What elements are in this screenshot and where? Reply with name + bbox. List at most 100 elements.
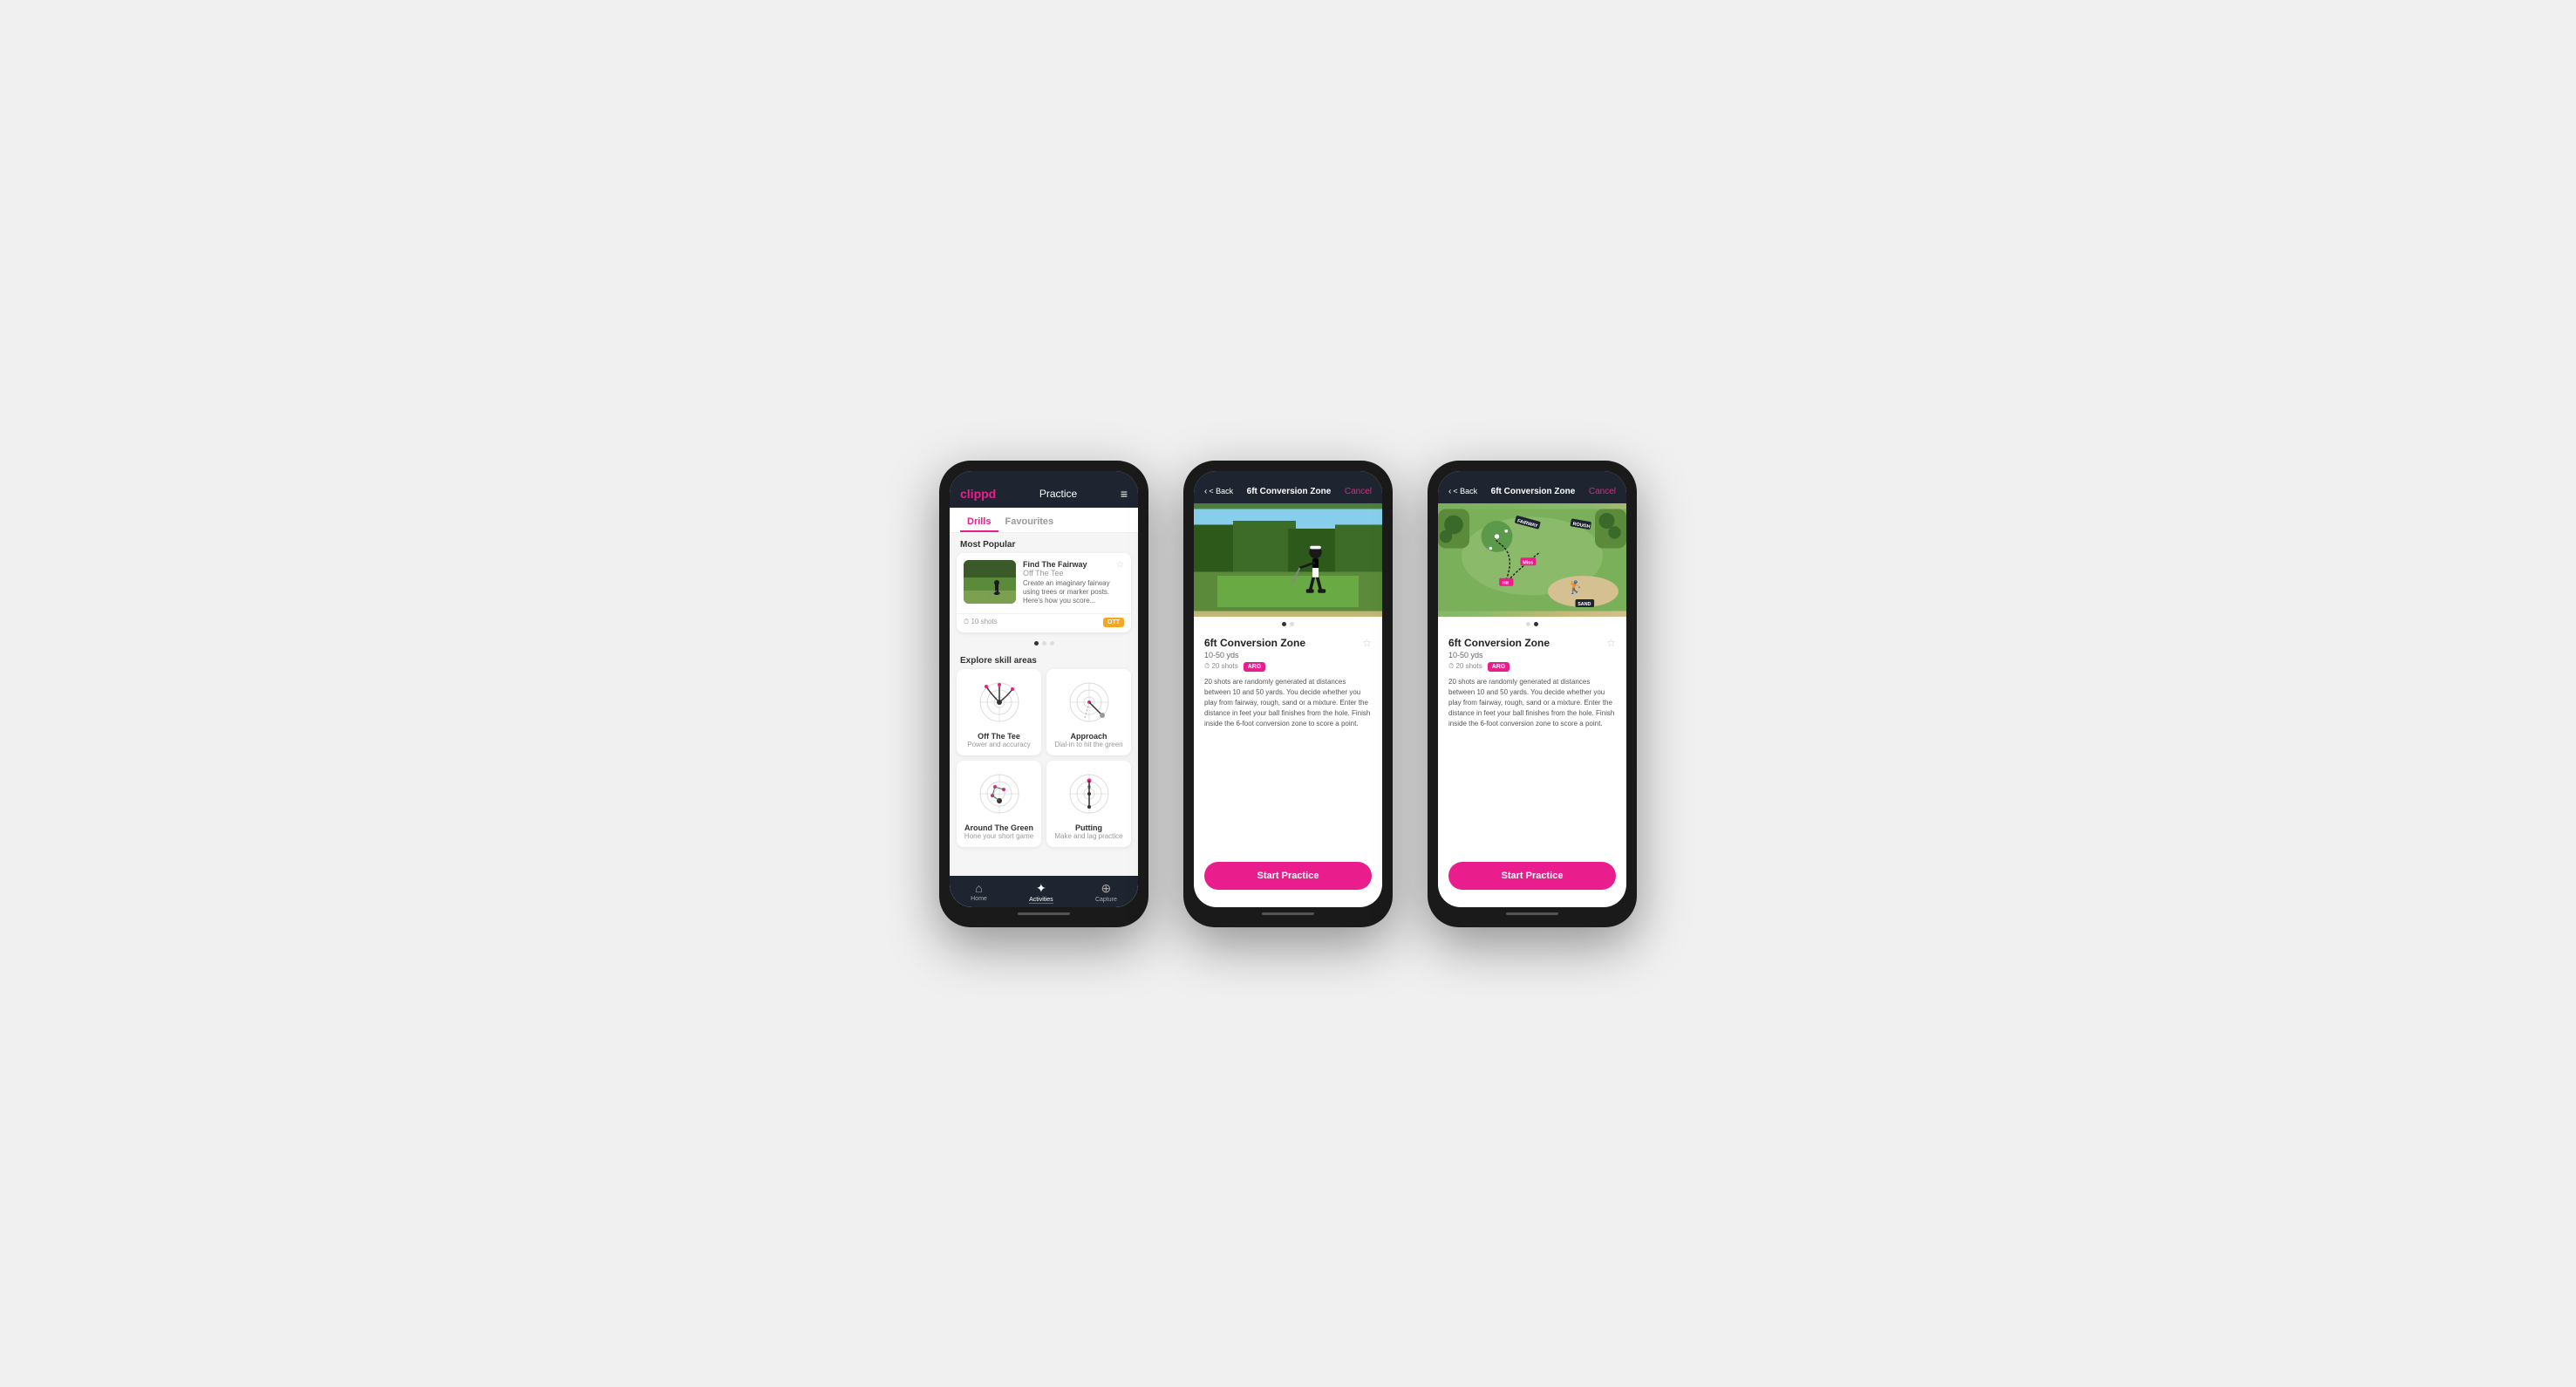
header-title: Practice [1039, 488, 1077, 500]
phone-screen-2: ‹ < Back 6ft Conversion Zone Cancel [1194, 471, 1382, 907]
skill-desc-ott: Power and accuracy [964, 741, 1034, 748]
phone-3: ‹ < Back 6ft Conversion Zone Cancel [1428, 461, 1637, 927]
drill-thumbnail [964, 560, 1016, 604]
skill-putting[interactable]: Putting Make and lag practice [1046, 761, 1131, 847]
drill-subtitle: Off The Tee [1023, 569, 1087, 577]
drill-info-2: 6ft Conversion Zone ☆ 10-50 yds ⏱ 20 sho… [1194, 630, 1382, 736]
home-bar-3 [1506, 912, 1558, 915]
detail-header-2: ‹ < Back 6ft Conversion Zone Cancel [1194, 471, 1382, 503]
detail-title-2: 6ft Conversion Zone [1247, 487, 1332, 496]
explore-label: Explore skill areas [950, 649, 1138, 669]
featured-drill-card[interactable]: Find The Fairway Off The Tee ☆ Create an… [957, 553, 1131, 632]
drill-image-svg [964, 560, 1016, 604]
favourite-icon[interactable]: ☆ [1116, 560, 1124, 570]
img-dot-1[interactable] [1282, 622, 1286, 626]
skill-desc-putting: Make and lag practice [1053, 832, 1124, 840]
shots-row-2: ⏱ 20 shots ARG [1204, 662, 1372, 672]
svg-text:Hit: Hit [1503, 580, 1509, 585]
drill-name-2: 6ft Conversion Zone [1204, 637, 1305, 649]
skill-name-atg: Around The Green [964, 823, 1034, 832]
shots-row-3: ⏱ 20 shots ARG [1448, 662, 1616, 672]
drill-info-3: 6ft Conversion Zone ☆ 10-50 yds ⏱ 20 sho… [1438, 630, 1626, 736]
tab-drills[interactable]: Drills [960, 513, 998, 532]
tab-favourites[interactable]: Favourites [998, 513, 1061, 532]
title-row-3: 6ft Conversion Zone ☆ [1448, 637, 1616, 649]
cancel-button-2[interactable]: Cancel [1345, 487, 1372, 496]
phone-notch-2 [1262, 461, 1314, 469]
drill-title: Find The Fairway [1023, 560, 1087, 569]
drill-text: Find The Fairway Off The Tee ☆ Create an… [1023, 560, 1124, 606]
dot-3[interactable] [1050, 641, 1054, 646]
dot-1[interactable] [1034, 641, 1039, 646]
star-icon-2[interactable]: ☆ [1362, 637, 1372, 649]
skill-desc-atg: Hone your short game [964, 832, 1034, 840]
carousel-dots [950, 638, 1138, 649]
practice-content: Most Popular [950, 533, 1138, 886]
skill-name-ott: Off The Tee [964, 732, 1034, 741]
phone-1: clippd Practice ≡ Drills Favourites Most… [939, 461, 1148, 927]
map-svg: FAIRWAY ROUGH Hit Miss SAND [1438, 503, 1626, 617]
skill-icon-approach [1063, 676, 1115, 728]
nav-activities[interactable]: ✦ Activities [1029, 881, 1053, 904]
drill-desc-2: 20 shots are randomly generated at dista… [1204, 677, 1372, 729]
nav-home[interactable]: ⌂ Home [971, 881, 987, 904]
activities-label: Activities [1029, 897, 1053, 904]
img-dot-2[interactable] [1290, 622, 1294, 626]
cancel-button-3[interactable]: Cancel [1589, 487, 1616, 496]
start-practice-button-2[interactable]: Start Practice [1204, 862, 1372, 890]
approach-svg [1063, 676, 1115, 728]
phone-notch-3 [1506, 461, 1558, 469]
shots-label: ⏱ 10 shots [964, 618, 998, 626]
drill-image-photo [1194, 503, 1382, 617]
detail-header-3: ‹ < Back 6ft Conversion Zone Cancel [1438, 471, 1626, 503]
skills-grid: Off The Tee Power and accuracy [950, 669, 1138, 854]
drill-name-3: 6ft Conversion Zone [1448, 637, 1550, 649]
home-bar-2 [1262, 912, 1314, 915]
ott-badge: OTT [1103, 618, 1124, 627]
home-label: Home [971, 896, 987, 902]
image-dots-2 [1194, 617, 1382, 630]
distance-3: 10-50 yds [1448, 651, 1616, 659]
app-logo: clippd [960, 487, 996, 501]
activities-icon: ✦ [1036, 881, 1046, 896]
capture-icon: ⊕ [1101, 881, 1112, 896]
drill-image-map: FAIRWAY ROUGH Hit Miss SAND [1438, 503, 1626, 617]
drill-desc-3: 20 shots are randomly generated at dista… [1448, 677, 1616, 729]
phone-2: ‹ < Back 6ft Conversion Zone Cancel [1183, 461, 1393, 927]
shots-3: ⏱ 20 shots [1448, 662, 1482, 671]
img-dot-3-1[interactable] [1526, 622, 1530, 626]
skill-desc-approach: Dial-in to hit the green [1053, 741, 1124, 748]
detail-title-3: 6ft Conversion Zone [1491, 487, 1576, 496]
nav-capture[interactable]: ⊕ Capture [1095, 881, 1117, 904]
back-button-3[interactable]: ‹ < Back [1448, 487, 1477, 496]
drill-card-footer: ⏱ 10 shots OTT [957, 613, 1131, 632]
arg-badge-3: ARG [1488, 662, 1510, 672]
ott-svg [973, 676, 1026, 728]
tab-bar: Drills Favourites [950, 508, 1138, 533]
image-dots-3 [1438, 617, 1626, 630]
start-practice-button-3[interactable]: Start Practice [1448, 862, 1616, 890]
arg-badge-2: ARG [1244, 662, 1266, 672]
svg-text:🏌: 🏌 [1568, 579, 1584, 595]
skill-name-putting: Putting [1053, 823, 1124, 832]
shots-2: ⏱ 20 shots [1204, 662, 1238, 671]
dot-2[interactable] [1042, 641, 1046, 646]
skill-around-green[interactable]: Around The Green Hone your short game [957, 761, 1041, 847]
home-icon: ⌂ [975, 881, 982, 895]
svg-text:SAND: SAND [1578, 602, 1591, 607]
capture-label: Capture [1095, 897, 1117, 903]
atg-svg [973, 768, 1026, 820]
skill-off-tee[interactable]: Off The Tee Power and accuracy [957, 669, 1041, 755]
phone-notch-1 [1018, 461, 1070, 469]
back-button-2[interactable]: ‹ < Back [1204, 487, 1233, 496]
skill-name-approach: Approach [1053, 732, 1124, 741]
star-icon-3[interactable]: ☆ [1606, 637, 1616, 649]
most-popular-label: Most Popular [950, 533, 1138, 553]
skill-icon-ott [973, 676, 1026, 728]
skill-approach[interactable]: Approach Dial-in to hit the green [1046, 669, 1131, 755]
drill-description: Create an imaginary fairway using trees … [1023, 579, 1124, 606]
img-dot-3-2[interactable] [1534, 622, 1538, 626]
menu-icon[interactable]: ≡ [1121, 487, 1128, 501]
phone-screen-1: clippd Practice ≡ Drills Favourites Most… [950, 471, 1138, 907]
title-row-2: 6ft Conversion Zone ☆ [1204, 637, 1372, 649]
